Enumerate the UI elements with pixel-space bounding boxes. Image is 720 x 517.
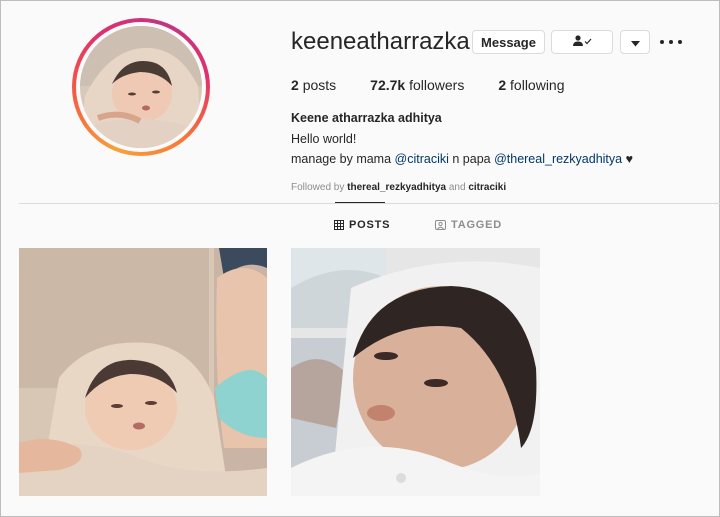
following-button[interactable] [551, 30, 613, 54]
posts-stat: 2 posts [291, 77, 337, 93]
profile-stats: 2 posts 72.7k followers 2 following [291, 77, 599, 93]
profile-username: keeneatharrazka [291, 28, 470, 55]
following-stat[interactable]: 2 following [498, 77, 564, 93]
mention-link-mama[interactable]: @citraciki [395, 152, 449, 166]
suggestions-dropdown-button[interactable] [620, 30, 650, 54]
post-thumbnail-1[interactable] [19, 248, 267, 496]
post-thumbnail-2[interactable] [291, 248, 540, 496]
grid-icon [334, 220, 344, 230]
active-tab-indicator [335, 202, 385, 203]
bio-line-1: Hello world! [291, 132, 357, 146]
tab-posts[interactable]: POSTS [334, 219, 390, 231]
followed-by-text[interactable]: Followed by thereal_rezkyadhitya and cit… [291, 182, 506, 193]
more-options-icon[interactable] [660, 35, 682, 49]
tab-tagged[interactable]: TAGGED [435, 219, 502, 231]
tag-icon [435, 220, 446, 230]
person-check-icon [572, 34, 592, 50]
tabs-divider [19, 203, 720, 204]
avatar-border [76, 22, 206, 152]
avatar-photo [80, 26, 202, 148]
mention-link-papa[interactable]: @thereal_rezkyadhitya [494, 152, 622, 166]
bio-line-2: manage by mama @citraciki n papa @therea… [291, 152, 634, 166]
profile-full-name: Keene atharrazka adhitya [291, 111, 442, 125]
chevron-down-icon [630, 35, 640, 50]
followers-stat[interactable]: 72.7k followers [370, 77, 464, 93]
message-button[interactable]: Message [472, 30, 545, 54]
profile-avatar[interactable] [72, 18, 210, 156]
heart-icon: ♥ [625, 152, 634, 166]
